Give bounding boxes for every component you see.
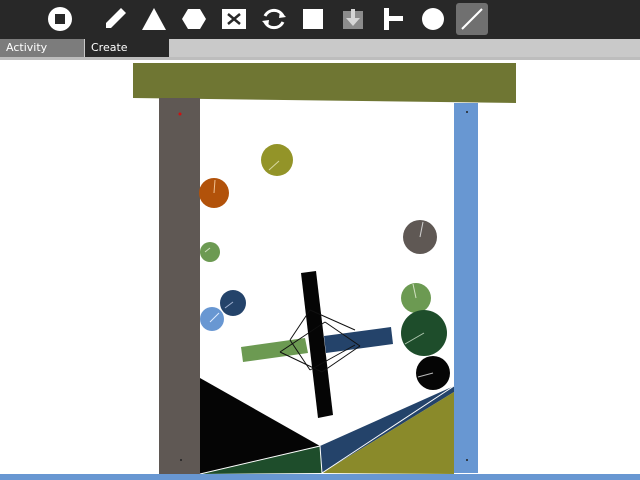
import-button[interactable] — [337, 3, 369, 35]
olive-beam[interactable] — [133, 63, 516, 103]
square-icon — [303, 9, 323, 29]
gray-pillar[interactable] — [159, 98, 200, 474]
rotate-icon — [262, 8, 286, 30]
pencil-tool-button[interactable] — [99, 3, 131, 35]
tab-bar: Activity Create — [0, 39, 640, 57]
line-tool-button[interactable] — [456, 3, 488, 35]
ball-dark-green[interactable] — [401, 310, 447, 356]
ball-black[interactable] — [416, 356, 450, 390]
physics-canvas[interactable] — [0, 60, 640, 480]
ball-gray[interactable] — [403, 220, 437, 254]
box-tool-button[interactable] — [297, 3, 329, 35]
hexagon-icon — [182, 9, 206, 29]
tab-create[interactable]: Create — [85, 39, 169, 57]
pin-marker — [178, 112, 182, 116]
blue-pillar[interactable] — [454, 103, 478, 473]
pencil-icon — [106, 8, 126, 28]
pillar-dot — [466, 459, 468, 461]
ground-strip — [0, 474, 640, 480]
ball-green-small[interactable] — [200, 242, 220, 262]
ball-orange[interactable] — [199, 178, 229, 208]
pillar-dot — [180, 459, 182, 461]
toolbar — [0, 0, 640, 39]
ball-green[interactable] — [401, 283, 431, 313]
green-paddle[interactable] — [241, 338, 308, 362]
joint-tool-button[interactable] — [377, 3, 409, 35]
circle-tool-button[interactable] — [417, 3, 449, 35]
ball-navy[interactable] — [220, 290, 246, 316]
import-icon — [343, 9, 363, 29]
triangle-tool-button[interactable] — [138, 3, 170, 35]
polygon-tool-button[interactable] — [178, 3, 210, 35]
joint-icon — [384, 8, 403, 30]
tab-activity[interactable]: Activity — [0, 39, 84, 57]
delete-box-icon — [222, 9, 246, 29]
line-icon — [461, 8, 483, 30]
olive-ramp[interactable] — [322, 392, 454, 474]
rotate-tool-button[interactable] — [258, 3, 290, 35]
ball-light-blue[interactable] — [200, 307, 224, 331]
erase-tool-button[interactable] — [218, 3, 250, 35]
stop-icon — [48, 7, 72, 31]
blue-paddle[interactable] — [324, 327, 393, 353]
stop-button[interactable] — [44, 3, 76, 35]
triangle-icon — [142, 8, 166, 30]
circle-icon — [422, 8, 444, 30]
pillar-dot — [466, 111, 468, 113]
ball-olive[interactable] — [261, 144, 293, 176]
